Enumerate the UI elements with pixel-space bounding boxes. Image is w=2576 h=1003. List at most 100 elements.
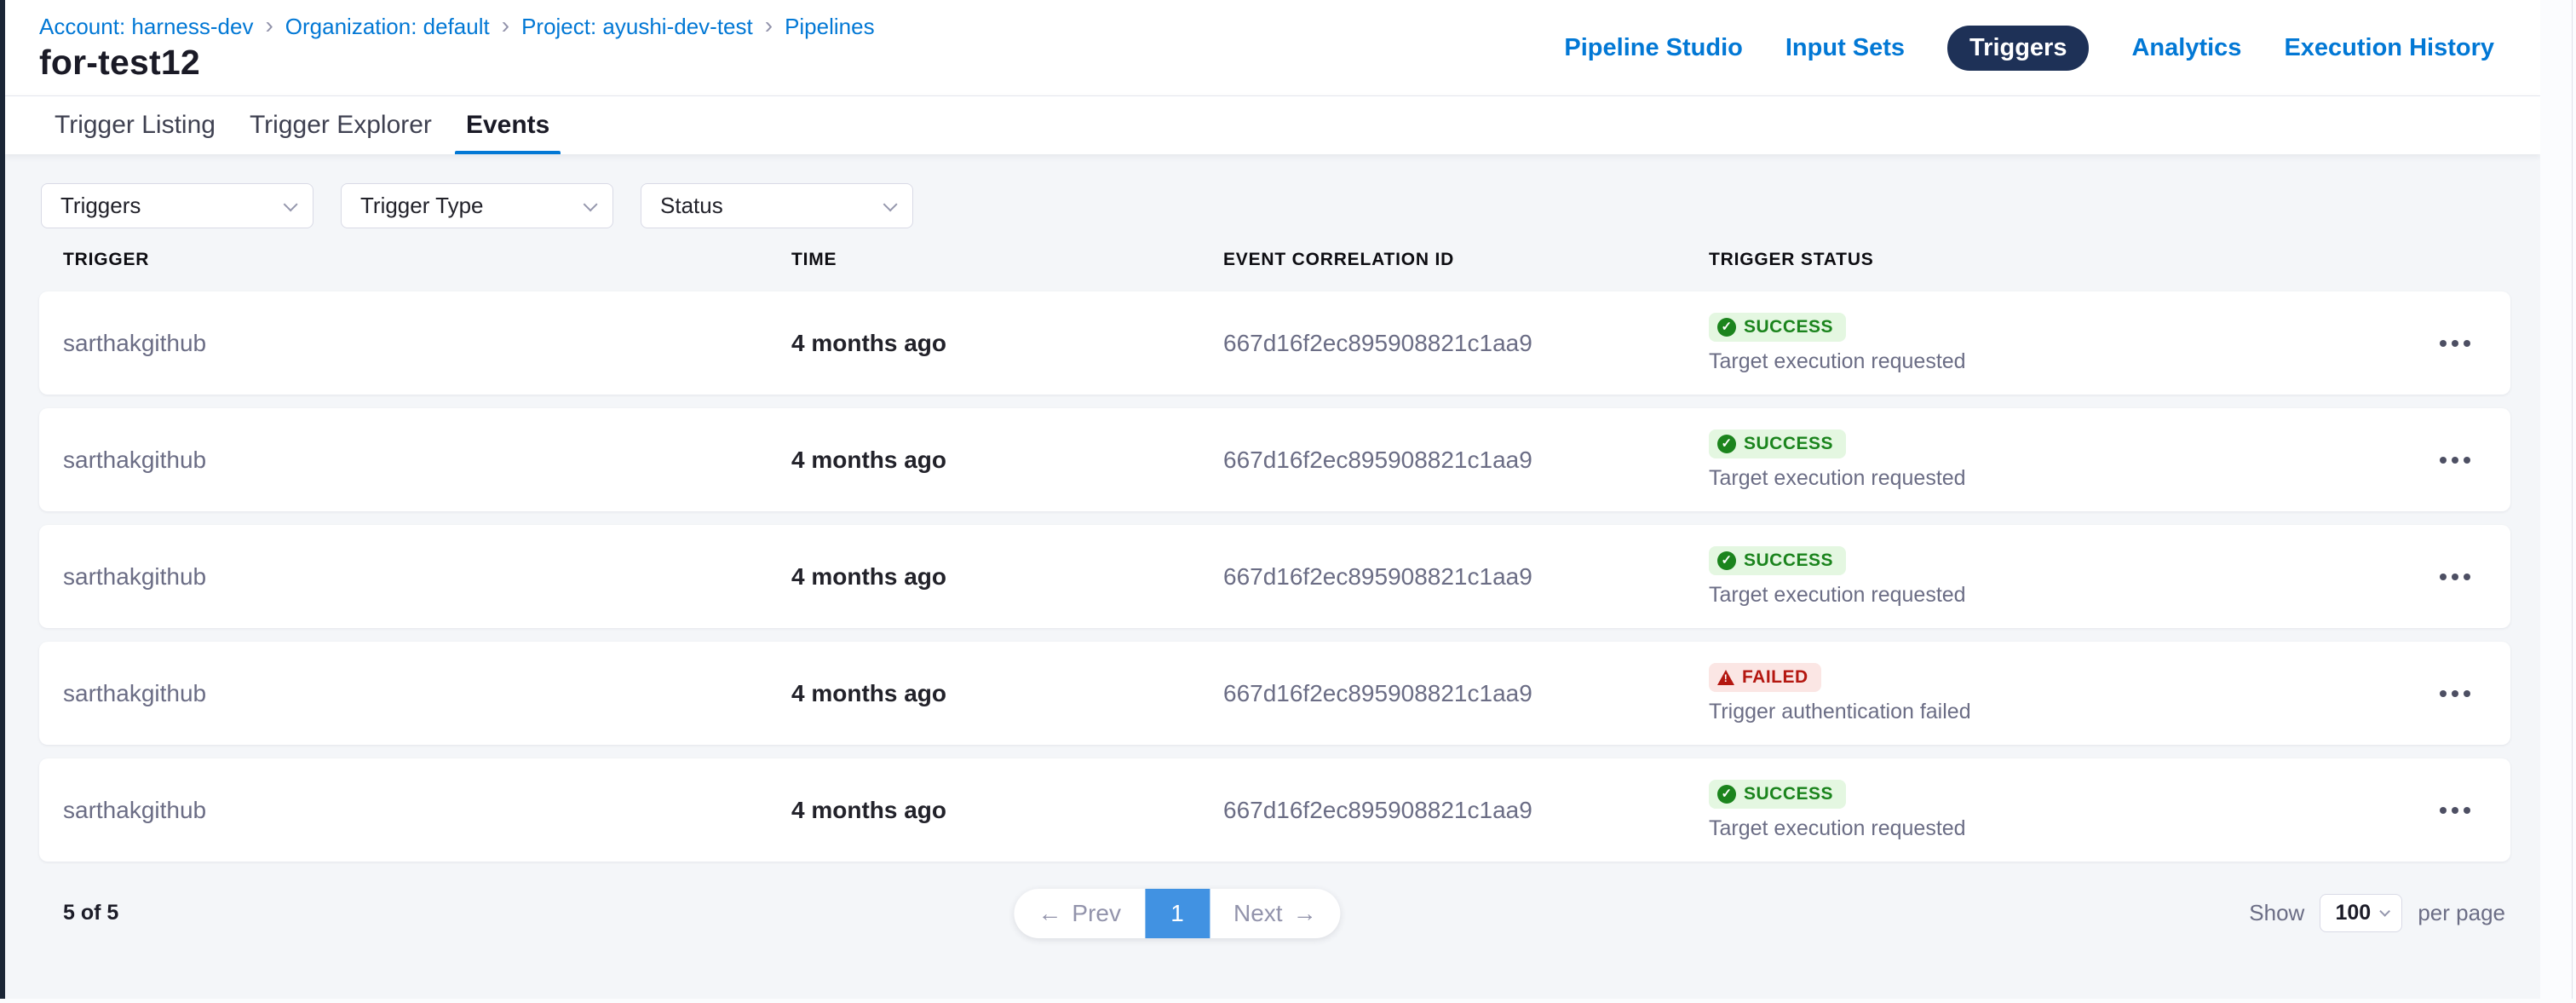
event-row: sarthakgithub 4 months ago 667d16f2ec895… [39, 408, 2510, 511]
chevron-right-icon: › [502, 14, 509, 40]
event-correlation-id: 667d16f2ec895908821c1aa9 [1223, 447, 1709, 474]
status-message: Target execution requested [1709, 816, 2417, 841]
show-label: Show [2249, 900, 2304, 926]
page-title: for-test12 [39, 43, 200, 83]
list-footer: 5 of 5 ← Prev 1 Next → Show 100 per pa [5, 875, 2540, 1003]
column-header-trigger-status: TRIGGER STATUS [1709, 250, 2417, 270]
check-circle-icon: ✓ [1717, 551, 1736, 570]
row-options-menu-button[interactable] [2431, 448, 2479, 472]
column-header-time: TIME [791, 250, 1223, 270]
pagination: ← Prev 1 Next → [1014, 889, 1340, 938]
event-correlation-id: 667d16f2ec895908821c1aa9 [1223, 330, 1709, 357]
nav-analytics[interactable]: Analytics [2131, 34, 2241, 62]
event-time: 4 months ago [791, 797, 1223, 824]
status-message: Target execution requested [1709, 466, 2417, 491]
nav-input-sets[interactable]: Input Sets [1785, 34, 1905, 62]
tab-trigger-explorer[interactable]: Trigger Explorer [250, 96, 432, 154]
collapsed-sidebar-rail[interactable] [0, 0, 5, 999]
event-row: sarthakgithub 4 months ago 667d16f2ec895… [39, 758, 2510, 862]
event-correlation-id: 667d16f2ec895908821c1aa9 [1223, 563, 1709, 591]
check-circle-icon: ✓ [1717, 318, 1736, 337]
status-badge-label: SUCCESS [1744, 317, 1833, 337]
scrollbar-track-line [2572, 0, 2573, 999]
chevron-down-icon [584, 197, 598, 211]
page-size-control: Show 100 per page [2249, 894, 2505, 932]
row-options-menu-button[interactable] [2431, 682, 2479, 706]
tab-events[interactable]: Events [466, 96, 549, 154]
event-time: 4 months ago [791, 563, 1223, 591]
tab-trigger-listing[interactable]: Trigger Listing [55, 96, 216, 154]
event-row: sarthakgithub 4 months ago 667d16f2ec895… [39, 291, 2510, 395]
row-options-menu-button[interactable] [2431, 798, 2479, 822]
breadcrumb-organization-link[interactable]: Organization: default [285, 14, 490, 40]
status-badge: ✓ ! SUCCESS [1709, 429, 1846, 458]
status-badge: ✓ ! SUCCESS [1709, 780, 1846, 809]
column-header-event-correlation-id: EVENT CORRELATION ID [1223, 250, 1709, 270]
tab-bar: Trigger Listing Trigger Explorer Events [5, 95, 2540, 154]
status-badge-label: FAILED [1742, 667, 1808, 688]
trigger-name: sarthakgithub [63, 563, 791, 591]
chevron-down-icon [284, 197, 298, 211]
triggers-filter-dropdown[interactable]: Triggers [41, 183, 313, 228]
per-page-label: per page [2418, 900, 2505, 926]
status-badge: ✓ ! FAILED [1709, 663, 1821, 692]
pipeline-section-nav: Pipeline Studio Input Sets Triggers Anal… [1564, 0, 2494, 95]
row-options-menu-button[interactable] [2431, 565, 2479, 589]
event-time: 4 months ago [791, 330, 1223, 357]
status-filter-label: Status [660, 193, 723, 219]
prev-page-button[interactable]: ← Prev [1014, 889, 1145, 938]
nav-triggers-active[interactable]: Triggers [1947, 26, 2089, 71]
next-page-label: Next [1233, 900, 1283, 927]
nav-execution-history[interactable]: Execution History [2284, 34, 2494, 62]
trigger-status-cell: ✓ ! SUCCESS Target execution requested [1709, 546, 2417, 608]
trigger-type-filter-label: Trigger Type [360, 193, 484, 219]
event-rows-list: sarthakgithub 4 months ago 667d16f2ec895… [5, 291, 2540, 862]
breadcrumb-account-link[interactable]: Account: harness-dev [39, 14, 253, 40]
check-circle-icon: ✓ [1717, 785, 1736, 804]
status-badge: ✓ ! SUCCESS [1709, 546, 1846, 575]
trigger-status-cell: ✓ ! SUCCESS Target execution requested [1709, 429, 2417, 491]
trigger-name: sarthakgithub [63, 447, 791, 474]
status-message: Target execution requested [1709, 349, 2417, 374]
chevron-down-icon [2379, 906, 2390, 917]
status-message: Trigger authentication failed [1709, 700, 2417, 724]
scrollbar-gutter[interactable] [2540, 0, 2576, 999]
trigger-type-filter-dropdown[interactable]: Trigger Type [341, 183, 613, 228]
breadcrumb-pipelines-link[interactable]: Pipelines [785, 14, 875, 40]
column-header-trigger: TRIGGER [63, 250, 791, 270]
row-count: 5 of 5 [63, 901, 118, 925]
event-time: 4 months ago [791, 447, 1223, 474]
next-page-button[interactable]: Next → [1210, 889, 1341, 938]
status-badge-label: SUCCESS [1744, 434, 1833, 454]
event-row: sarthakgithub 4 months ago 667d16f2ec895… [39, 525, 2510, 628]
page-size-select[interactable]: 100 [2320, 894, 2402, 932]
chevron-down-icon [883, 197, 898, 211]
trigger-status-cell: ✓ ! FAILED Trigger authentication failed [1709, 663, 2417, 724]
status-message: Target execution requested [1709, 583, 2417, 608]
prev-page-label: Prev [1072, 900, 1121, 927]
nav-pipeline-studio[interactable]: Pipeline Studio [1564, 34, 1742, 62]
trigger-name: sarthakgithub [63, 797, 791, 824]
status-badge: ✓ ! SUCCESS [1709, 313, 1846, 342]
trigger-status-cell: ✓ ! SUCCESS Target execution requested [1709, 780, 2417, 841]
row-options-menu-button[interactable] [2431, 331, 2479, 355]
breadcrumb-project-link[interactable]: Project: ayushi-dev-test [521, 14, 753, 40]
status-filter-dropdown[interactable]: Status [641, 183, 913, 228]
trigger-name: sarthakgithub [63, 330, 791, 357]
events-content: Triggers Trigger Type Status TRIGGER TIM… [5, 183, 2540, 1003]
check-circle-icon: ✓ [1717, 435, 1736, 453]
page-1-button[interactable]: 1 [1145, 889, 1210, 938]
warning-triangle-icon: ! [1717, 670, 1734, 685]
trigger-status-cell: ✓ ! SUCCESS Target execution requested [1709, 313, 2417, 374]
status-badge-label: SUCCESS [1744, 550, 1833, 571]
chevron-right-icon: › [765, 14, 773, 40]
arrow-right-icon: → [1293, 900, 1317, 927]
arrow-left-icon: ← [1038, 900, 1061, 927]
chevron-right-icon: › [265, 14, 273, 40]
filter-bar: Triggers Trigger Type Status [41, 183, 2540, 228]
table-header-row: TRIGGER TIME EVENT CORRELATION ID TRIGGE… [39, 250, 2510, 270]
breadcrumb: Account: harness-dev › Organization: def… [39, 14, 875, 40]
triggers-filter-label: Triggers [60, 193, 141, 219]
event-row: sarthakgithub 4 months ago 667d16f2ec895… [39, 642, 2510, 745]
pipeline-triggers-page: Account: harness-dev › Organization: def… [5, 0, 2540, 999]
